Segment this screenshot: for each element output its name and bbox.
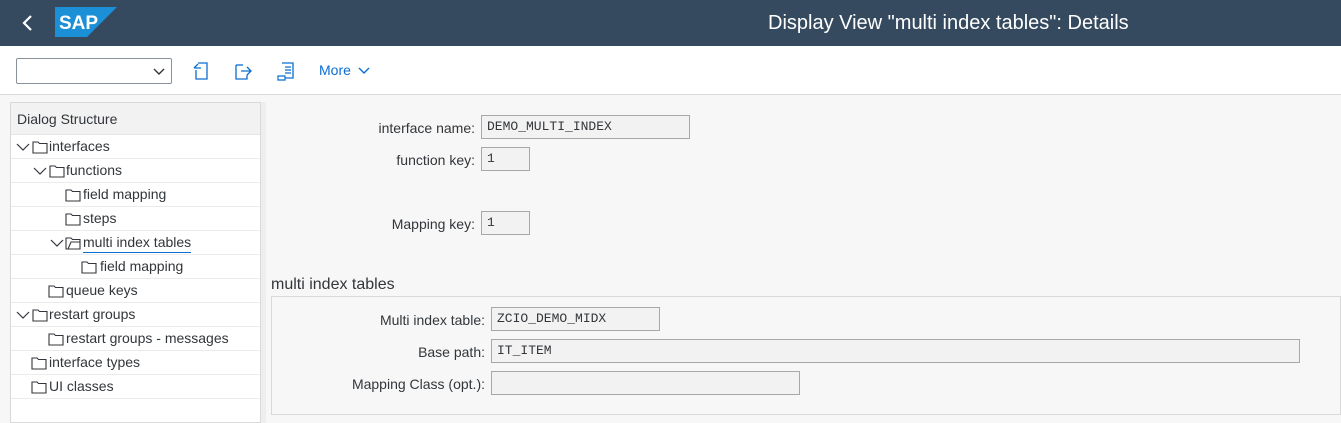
section-title: multi index tables: [271, 276, 395, 293]
multi-index-table-field[interactable]: ZCIO_DEMO_MIDX: [491, 307, 660, 331]
tree-item-queue-keys[interactable]: queue keys: [11, 279, 260, 303]
chevron-down-icon: [358, 67, 370, 74]
shell-bar: SAP Display View "multi index tables": D…: [0, 0, 1341, 46]
tree-item-label: restart groups - messages: [66, 330, 229, 346]
folder-icon: [31, 381, 47, 394]
other-object-button[interactable]: [192, 61, 212, 81]
chevron-down-icon[interactable]: [16, 308, 30, 322]
tree-item-label: UI classes: [49, 378, 114, 394]
interface-name-label: interface name:: [378, 120, 476, 136]
chevron-down-icon[interactable]: [50, 236, 64, 250]
more-button[interactable]: More: [319, 62, 371, 78]
dialog-structure-panel: Dialog Structure interfaces functions fi…: [10, 102, 261, 423]
tree-item-multi-index-tables[interactable]: multi index tables: [11, 231, 260, 255]
multi-index-table-label: Multi index table:: [379, 312, 485, 328]
mapping-key-field[interactable]: 1: [481, 211, 530, 235]
function-key-label: function key:: [396, 152, 475, 168]
chevron-left-icon: [22, 15, 32, 31]
document-back-icon: [193, 62, 208, 80]
panel-splitter[interactable]: [261, 102, 266, 423]
tree-item-label: field mapping: [100, 258, 184, 274]
folder-icon: [48, 285, 64, 298]
tree-item-interface-types[interactable]: interface types: [11, 351, 260, 375]
folder-icon: [81, 261, 97, 274]
command-field[interactable]: [16, 58, 172, 84]
page-title: Display View "multi index tables": Detai…: [768, 12, 1129, 34]
toolbar: More: [0, 46, 1341, 95]
tree-item-label: queue keys: [66, 282, 138, 298]
tree-item-functions[interactable]: functions: [11, 159, 260, 183]
tree-item-ui-classes[interactable]: UI classes: [11, 375, 260, 399]
folder-icon: [65, 213, 81, 226]
more-label: More: [319, 62, 351, 78]
base-path-label: Base path:: [418, 344, 485, 360]
tree-item-interfaces[interactable]: interfaces: [11, 135, 260, 159]
folder-open-icon: [65, 237, 81, 250]
tree-item-steps[interactable]: steps: [11, 207, 260, 231]
folder-icon: [31, 357, 47, 370]
svg-text:SAP: SAP: [59, 13, 98, 34]
folder-icon: [49, 165, 65, 178]
interface-name-field[interactable]: DEMO_MULTI_INDEX: [481, 115, 690, 139]
mapping-key-label: Mapping key:: [391, 216, 475, 232]
tree-item-label: functions: [66, 162, 123, 178]
folder-icon: [32, 141, 48, 154]
sap-logo: SAP: [55, 7, 117, 37]
chevron-down-icon: [153, 68, 165, 75]
export-button[interactable]: [233, 61, 253, 81]
tree-item-restart-groups-messages[interactable]: restart groups - messages: [11, 327, 260, 351]
tree-item-label: interfaces: [49, 138, 110, 154]
tree-item-label: multi index tables: [83, 234, 192, 253]
back-button[interactable]: [14, 9, 42, 37]
folder-icon: [48, 333, 64, 346]
folder-icon: [32, 309, 48, 322]
document-list-icon: [277, 62, 294, 81]
mapping-class-label: Mapping Class (opt.):: [351, 376, 485, 392]
function-key-field[interactable]: 1: [481, 147, 530, 171]
tree-item-label: field mapping: [83, 186, 167, 202]
tree-item-label: restart groups: [49, 306, 136, 322]
folder-icon: [65, 189, 81, 202]
chevron-down-icon[interactable]: [16, 140, 30, 154]
base-path-field[interactable]: IT_ITEM: [491, 339, 1300, 363]
tree-item-label: steps: [83, 210, 117, 226]
tree-item-field-mapping[interactable]: field mapping: [11, 183, 260, 207]
print-button[interactable]: [276, 61, 296, 81]
dialog-structure-header: Dialog Structure: [11, 103, 260, 135]
tree-item-field-mapping-sub[interactable]: field mapping: [11, 255, 260, 279]
chevron-down-icon[interactable]: [33, 164, 47, 178]
tree-item-restart-groups[interactable]: restart groups: [11, 303, 260, 327]
mapping-class-field[interactable]: [491, 371, 800, 395]
export-icon: [235, 64, 252, 80]
tree-item-label: interface types: [49, 354, 141, 370]
